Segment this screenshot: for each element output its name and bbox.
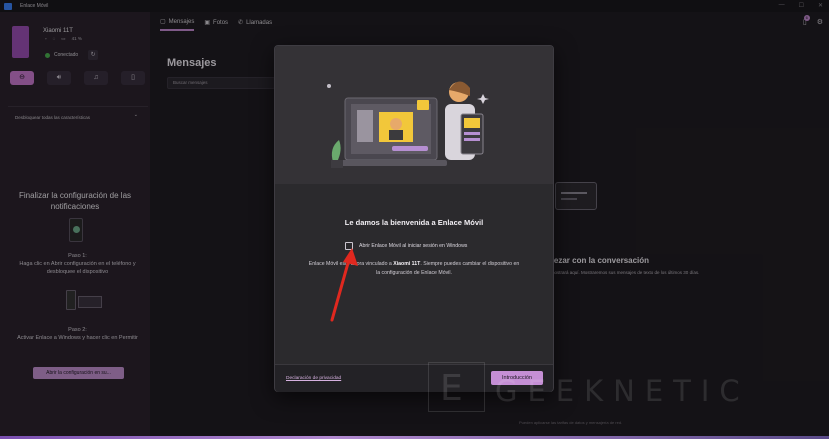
autostart-option[interactable]: Abrir Enlace Móvil al iniciar sesión en … (345, 242, 467, 250)
autostart-label: Abrir Enlace Móvil al iniciar sesión en … (359, 243, 468, 249)
dialog-title: Le damos la bienvenida a Enlace Móvil (344, 218, 484, 227)
watermark-logo-letter: E (440, 368, 463, 409)
app-window: Enlace Móvil — ☐ ✕ Xiaomi 11T ▫ ◌ ▭ 41 %… (0, 0, 829, 439)
watermark-text: GEEKNETIC (495, 374, 750, 408)
hero-illustration (275, 46, 553, 184)
privacy-link[interactable]: Declaración de privacidad (286, 376, 341, 381)
welcome-dialog: Le damos la bienvenida a Enlace Móvil En… (274, 45, 554, 392)
body-device: Xiaomi 11T (393, 261, 421, 267)
hero-image (327, 81, 489, 168)
red-arrow-annotation (330, 248, 358, 322)
